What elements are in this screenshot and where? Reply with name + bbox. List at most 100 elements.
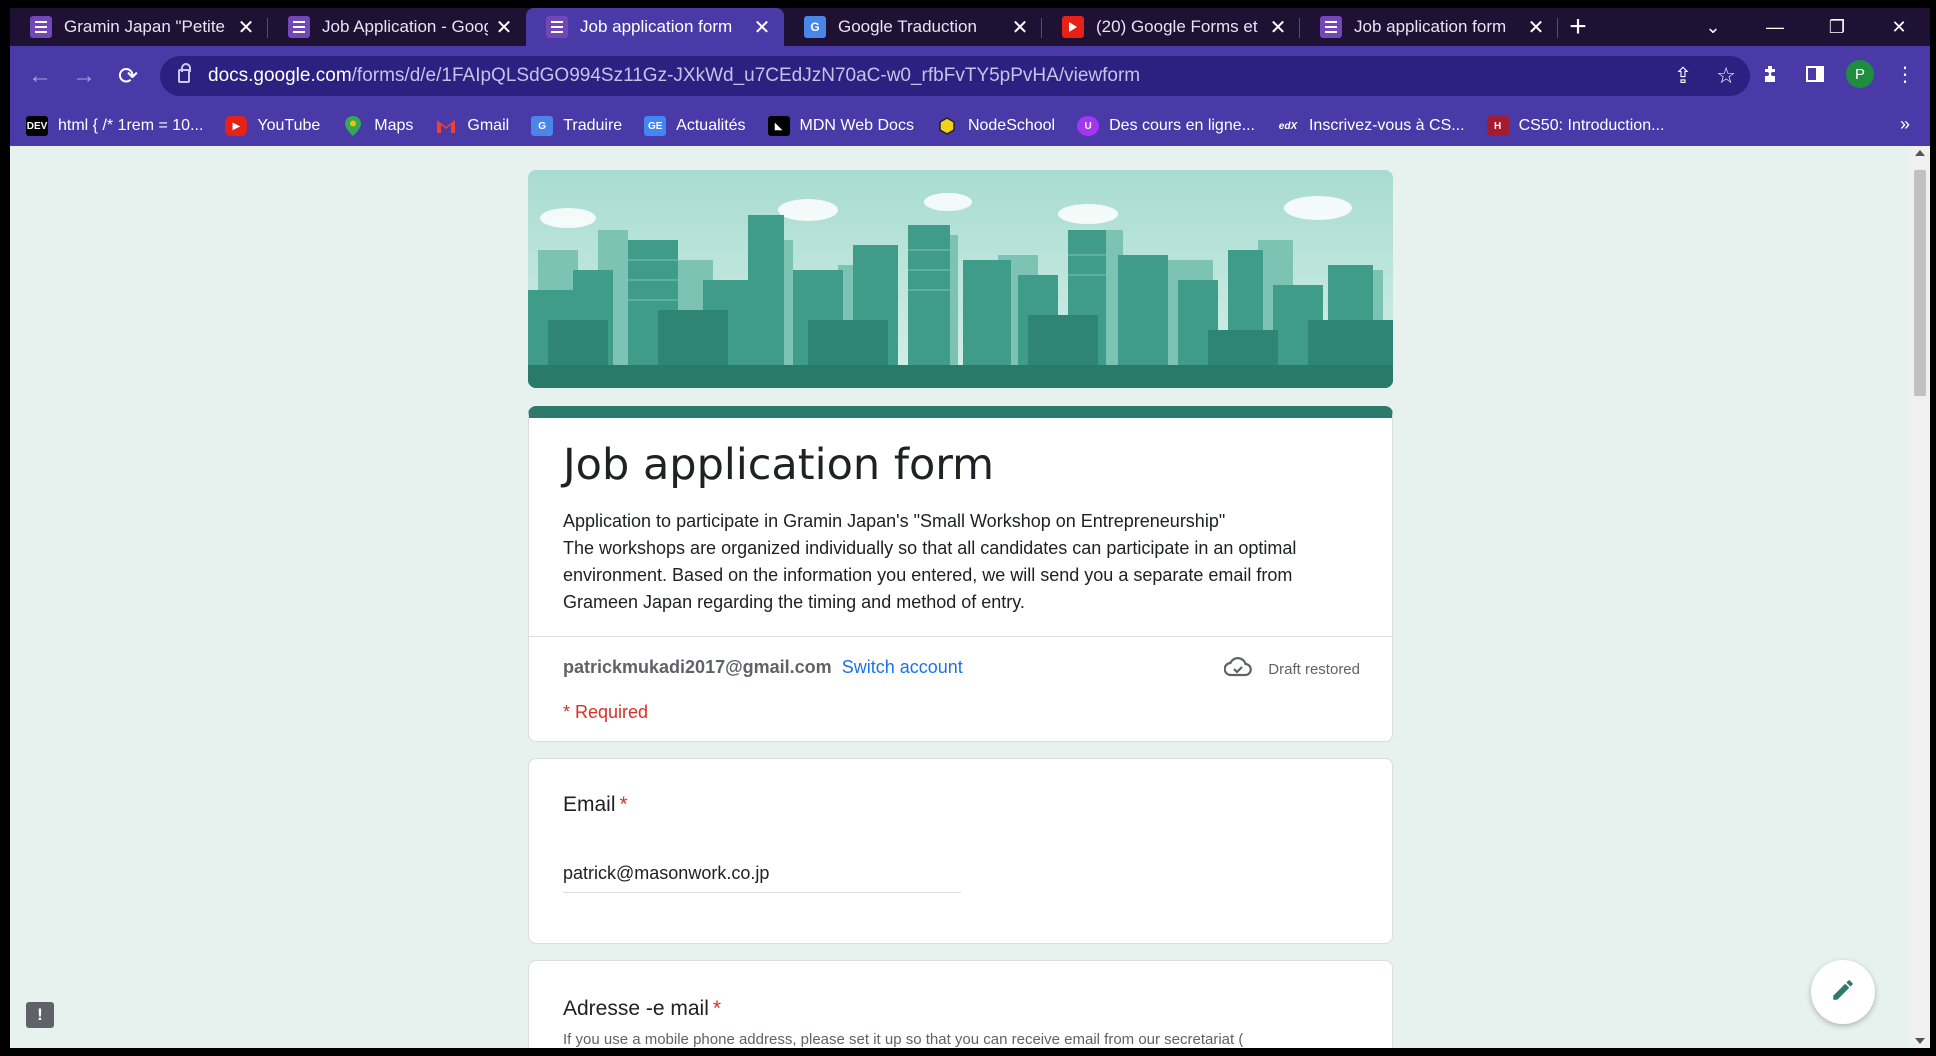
tab-title: Gramin Japan "Petite Ent — [64, 17, 230, 36]
tab-search-icon[interactable]: ⌄ — [1682, 8, 1744, 46]
tab-title: Google Traduction — [838, 17, 977, 36]
tab-job-application-form-2[interactable]: Job application form ✕ — [1300, 8, 1558, 46]
google-translate-icon: G — [531, 116, 554, 136]
gmail-icon — [435, 116, 457, 136]
bookmark-label: Des cours en ligne... — [1109, 117, 1255, 134]
bookmark-label: NodeSchool — [967, 117, 1056, 134]
close-icon[interactable]: ✕ — [1268, 17, 1288, 39]
dev-icon: DEV — [26, 116, 48, 136]
window-controls: ⌄ — ❐ ✕ — [1682, 8, 1930, 46]
tab-google-traduction[interactable]: G Google Traduction ✕ — [784, 8, 1042, 46]
question-help-text: If you use a mobile phone address, pleas… — [563, 1031, 1244, 1048]
required-asterisk: * — [619, 793, 628, 816]
mdn-icon: ◣ — [767, 116, 790, 136]
form-title-card: Job application form Application to part… — [528, 406, 1393, 742]
bookmark-label: YouTube — [257, 117, 321, 134]
question-card-adresse-email: Adresse -e mail * If you use a mobile pho… — [528, 960, 1393, 1048]
bookmark-gmail[interactable]: Gmail — [435, 116, 509, 136]
lock-icon[interactable] — [178, 63, 191, 83]
form-title: Job application form — [563, 440, 995, 490]
bookmark-udemy[interactable]: U Des cours en ligne... — [1077, 116, 1255, 136]
draft-status-text: Draft restored — [1268, 660, 1360, 678]
form-description: Application to participate in Gramin Jap… — [563, 508, 1358, 616]
form-header-image — [528, 170, 1393, 388]
nodeschool-icon — [936, 116, 958, 136]
bookmark-actualites[interactable]: GE Actualités — [644, 116, 746, 136]
required-note: * Required — [563, 702, 649, 722]
close-icon[interactable]: ✕ — [494, 17, 514, 39]
bookmark-mdn[interactable]: ◣ MDN Web Docs — [767, 116, 914, 136]
menu-kebab-icon[interactable]: ⋮ — [1892, 61, 1918, 87]
bookmarks-bar: DEV html { /* 1rem = 10... ▶ YouTube Map… — [10, 106, 1930, 146]
email-answer-field[interactable]: patrick@masonwork.co.jp — [563, 863, 961, 893]
tab-gramin-japan[interactable]: Gramin Japan "Petite Ent ✕ — [10, 8, 268, 46]
new-tab-button[interactable]: + — [1558, 8, 1598, 46]
question-title: Adresse -e mail * — [563, 997, 1358, 1021]
bookmarks-overflow-button[interactable]: » — [1900, 114, 1910, 135]
tab-job-application-google[interactable]: Job Application - Google ✕ — [268, 8, 526, 46]
bookmark-nodeschool[interactable]: NodeSchool — [936, 116, 1055, 136]
form-container: Job application form Application to part… — [528, 170, 1393, 1048]
back-button[interactable]: ← — [18, 54, 62, 98]
restore-button[interactable]: ❐ — [1806, 8, 1868, 46]
tab-job-application-form-active[interactable]: Job application form ✕ — [526, 8, 784, 46]
browser-window: Gramin Japan "Petite Ent ✕ Job Applicati… — [10, 8, 1930, 1048]
close-icon[interactable]: ✕ — [1526, 17, 1546, 39]
page-viewport: Job application form Application to part… — [10, 146, 1930, 1048]
bookmark-maps[interactable]: Maps — [342, 116, 413, 136]
bookmark-label: CS50: Introduction... — [1518, 117, 1665, 134]
google-forms-icon — [288, 16, 310, 38]
youtube-icon — [1062, 16, 1084, 38]
address-bar[interactable]: docs.google.com/forms/d/e/1FAIpQLSdGO994… — [160, 56, 1750, 96]
bookmark-star-icon[interactable]: ☆ — [1716, 63, 1736, 89]
share-icon[interactable]: ⇪ — [1674, 63, 1692, 89]
bookmark-label: Maps — [374, 117, 414, 134]
pencil-icon — [1830, 977, 1856, 1008]
tab-title: (20) Google Forms et Go — [1096, 17, 1262, 36]
cloud-done-icon — [1223, 657, 1253, 681]
report-issue-icon[interactable]: ! — [26, 1002, 54, 1028]
url-host: docs.google.com — [208, 65, 352, 86]
tab-title: Job application form — [580, 17, 733, 36]
google-forms-icon — [30, 16, 52, 38]
account-row: patrickmukadi2017@gmail.com Switch accou… — [529, 636, 1392, 741]
tab-youtube-google-forms[interactable]: (20) Google Forms et Go ✕ — [1042, 8, 1300, 46]
side-panel-icon[interactable] — [1802, 61, 1828, 87]
scroll-down-arrow-icon[interactable] — [1915, 1038, 1925, 1044]
close-icon[interactable]: ✕ — [1010, 17, 1030, 39]
page-scrollbar[interactable] — [1910, 146, 1930, 1048]
bookmark-edx[interactable]: edX Inscrivez-vous à CS... — [1277, 116, 1465, 136]
tab-title: Job application form — [1354, 17, 1507, 36]
question-title: Email * — [563, 793, 1358, 817]
browser-toolbar: ← → ⟳ docs.google.com/forms/d/e/1FAIpQLS… — [10, 46, 1930, 106]
minimize-button[interactable]: — — [1744, 8, 1806, 46]
bookmark-label: html { /* 1rem = 10... — [58, 117, 204, 134]
maps-icon — [342, 116, 364, 136]
scrollbar-thumb[interactable] — [1914, 170, 1926, 396]
draft-status: Draft restored — [1223, 657, 1360, 681]
close-icon[interactable]: ✕ — [752, 17, 772, 39]
tab-strip: Gramin Japan "Petite Ent ✕ Job Applicati… — [10, 8, 1930, 46]
form-description-line1: Application to participate in Gramin Jap… — [563, 511, 1226, 531]
extensions-icon[interactable] — [1758, 61, 1784, 87]
bookmark-youtube[interactable]: ▶ YouTube — [225, 116, 320, 136]
bookmark-label: Inscrivez-vous à CS... — [1308, 117, 1465, 134]
edit-pencil-button[interactable] — [1811, 960, 1875, 1024]
question-label: Email — [563, 793, 616, 816]
question-label: Adresse -e mail — [563, 997, 709, 1020]
required-asterisk: * — [712, 997, 722, 1020]
bookmark-dev[interactable]: DEV html { /* 1rem = 10... — [26, 116, 203, 136]
profile-avatar[interactable]: P — [1846, 60, 1874, 88]
bookmark-traduire[interactable]: G Traduire — [531, 116, 622, 136]
scroll-up-arrow-icon[interactable] — [1915, 150, 1925, 156]
bookmark-cs50[interactable]: H CS50: Introduction... — [1486, 116, 1665, 136]
youtube-icon: ▶ — [225, 116, 248, 136]
forward-button[interactable]: → — [62, 54, 106, 98]
switch-account-link[interactable]: Switch account — [842, 657, 963, 677]
close-icon[interactable]: ✕ — [236, 17, 256, 39]
reload-button[interactable]: ⟳ — [106, 54, 150, 98]
google-translate-icon: G — [804, 16, 826, 38]
bookmark-label: MDN Web Docs — [799, 117, 914, 134]
close-window-button[interactable]: ✕ — [1868, 8, 1930, 46]
bookmark-label: Actualités — [676, 117, 746, 134]
